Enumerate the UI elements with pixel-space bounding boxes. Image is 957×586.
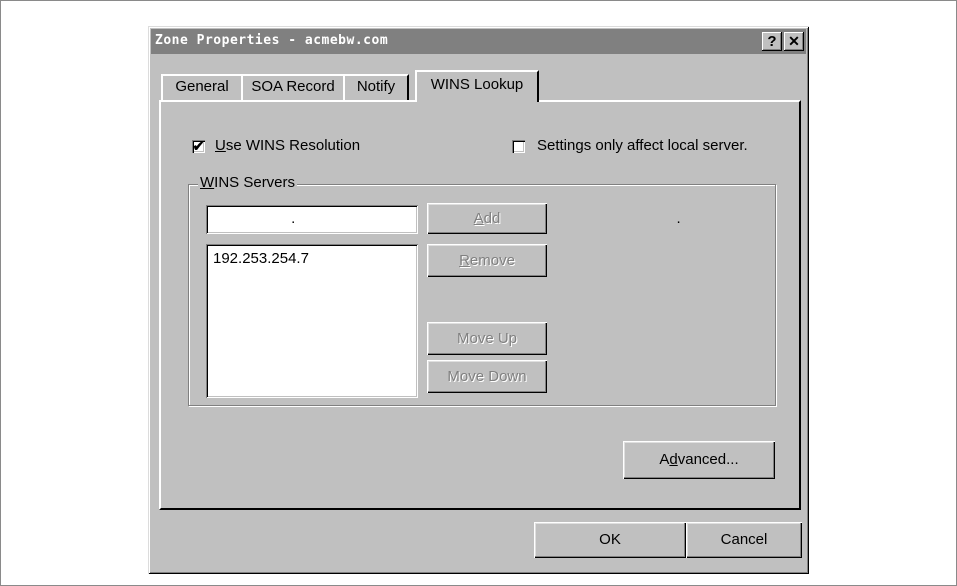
tab-general[interactable]: General bbox=[161, 74, 243, 100]
ip-address-input[interactable]: . . . bbox=[206, 205, 681, 234]
move-down-button[interactable]: Move Down bbox=[427, 360, 547, 393]
advanced-label-post: vanced... bbox=[677, 451, 739, 468]
use-wins-accel: U bbox=[215, 137, 226, 154]
remove-label: emove bbox=[469, 252, 515, 269]
wins-lookup-panel: ✔ Use WINS Resolution Settings only affe… bbox=[159, 100, 801, 510]
ok-button[interactable]: OK bbox=[534, 522, 686, 558]
wins-servers-label-text: INS Servers bbox=[214, 174, 296, 191]
move-up-button[interactable]: Move Up bbox=[427, 322, 547, 355]
advanced-button[interactable]: Advanced... bbox=[623, 441, 775, 479]
window-title: Zone Properties - acmebw.com bbox=[155, 33, 389, 48]
wins-servers-accel: W bbox=[200, 174, 215, 191]
list-item[interactable]: 192.253.254.7 bbox=[213, 250, 309, 267]
advanced-accel: d bbox=[669, 451, 678, 468]
tab-soa-record[interactable]: SOA Record bbox=[241, 74, 345, 100]
tab-wins-lookup[interactable]: WINS Lookup bbox=[415, 70, 539, 102]
cancel-button[interactable]: Cancel bbox=[686, 522, 802, 558]
wins-server-list[interactable]: 192.253.254.7 bbox=[206, 244, 418, 398]
remove-button[interactable]: Remove bbox=[427, 244, 547, 277]
add-label: dd bbox=[483, 210, 501, 227]
local-only-label[interactable]: Settings only affect local server. bbox=[537, 137, 748, 154]
use-wins-checkbox[interactable]: ✔ bbox=[192, 139, 205, 153]
title-bar[interactable]: Zone Properties - acmebw.com ? ✕ bbox=[151, 29, 806, 54]
tab-notify[interactable]: Notify bbox=[343, 74, 409, 100]
use-wins-label-text: se WINS Resolution bbox=[225, 137, 361, 154]
use-wins-label[interactable]: Use WINS Resolution bbox=[215, 137, 360, 154]
wins-servers-group-label: WINS Servers bbox=[198, 174, 298, 191]
zone-properties-dialog: Zone Properties - acmebw.com ? ✕ General… bbox=[148, 26, 809, 574]
add-button[interactable]: Add bbox=[427, 203, 547, 234]
remove-accel: R bbox=[459, 252, 470, 269]
help-icon[interactable]: ? bbox=[762, 32, 782, 51]
close-icon[interactable]: ✕ bbox=[784, 32, 804, 51]
local-only-checkbox[interactable] bbox=[512, 140, 525, 153]
advanced-label-pre: A bbox=[659, 451, 670, 468]
add-accel: A bbox=[473, 210, 484, 227]
